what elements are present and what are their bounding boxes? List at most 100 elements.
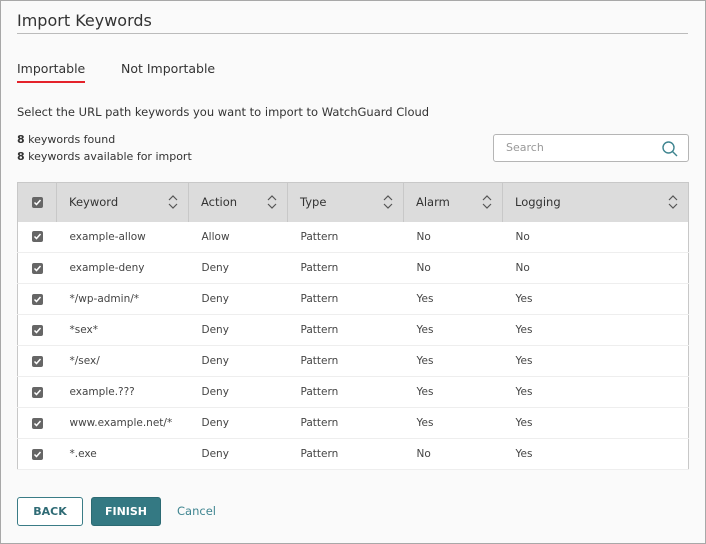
back-button[interactable]: BACK — [17, 497, 83, 526]
cell-alarm: No — [416, 230, 431, 243]
row-select-cell — [18, 439, 57, 470]
column-header-alarm[interactable]: Alarm — [403, 182, 503, 222]
cell-type: Pattern — [300, 386, 339, 398]
search-input[interactable] — [506, 141, 656, 154]
search-icon[interactable] — [662, 141, 678, 157]
keywords-available: 8 keywords available for import — [17, 150, 192, 163]
row-select-cell — [18, 284, 57, 315]
cell-logging: Yes — [515, 448, 533, 460]
keywords-found: 8 keywords found — [17, 133, 115, 146]
table-row[interactable]: */sex/Deny Pattern Yes Yes — [17, 346, 689, 377]
finish-button[interactable]: FINISH — [91, 497, 161, 526]
cell-keyword: example-allow — [69, 230, 146, 243]
row-select-cell — [18, 315, 57, 346]
instructions-text: Select the URL path keywords you want to… — [17, 105, 430, 119]
table-row[interactable]: example-deny Deny Pattern No No — [17, 253, 689, 284]
cell-action: Deny — [201, 293, 229, 305]
table-header: Keyword Action Type Alarm Logging — [17, 182, 689, 222]
cell-keyword: */sex/ — [69, 355, 100, 367]
cell-action: Deny — [201, 448, 229, 460]
cell-logging: Yes — [515, 293, 533, 305]
table-row[interactable]: example.??? Deny Pattern Yes Yes — [17, 377, 689, 408]
cell-action: Deny — [201, 355, 229, 367]
cell-keyword: www.example.net/* — [69, 417, 173, 429]
row-checkbox[interactable] — [32, 231, 43, 243]
column-header-logging[interactable]: Logging — [502, 182, 689, 222]
import-keywords-dialog: Import Keywords Importable Not Importabl… — [0, 0, 706, 544]
found-label: keywords found — [24, 133, 116, 146]
column-label: Type — [300, 195, 327, 210]
cell-keyword: example-deny — [69, 262, 145, 274]
cell-type: Pattern — [300, 262, 339, 274]
column-label: Logging — [515, 195, 561, 210]
cancel-link[interactable]: Cancel — [177, 504, 216, 518]
row-select-cell — [18, 408, 57, 439]
row-checkbox[interactable] — [32, 417, 43, 429]
row-checkbox[interactable] — [32, 262, 43, 274]
cell-alarm: Yes — [416, 386, 434, 398]
cell-action: Deny — [201, 386, 229, 398]
available-count: 8 — [17, 150, 25, 163]
cell-logging: No — [515, 262, 530, 274]
cell-action: Deny — [201, 417, 229, 429]
column-label: Action — [201, 195, 238, 210]
row-checkbox[interactable] — [32, 386, 43, 398]
sort-icon[interactable] — [168, 195, 178, 209]
cell-action: Deny — [201, 324, 229, 336]
cell-logging: Yes — [515, 417, 533, 429]
cell-alarm: Yes — [416, 355, 434, 367]
table-row[interactable]: example-allow Allow Pattern No No — [17, 222, 689, 253]
tab-not-importable[interactable]: Not Importable — [121, 61, 215, 76]
select-all-header — [17, 182, 57, 222]
select-all-checkbox[interactable] — [32, 197, 43, 209]
cell-alarm: Yes — [416, 417, 434, 429]
keywords-table: Keyword Action Type Alarm Logging example-al… — [17, 182, 689, 470]
cell-type: Pattern — [300, 324, 339, 336]
row-checkbox[interactable] — [32, 324, 43, 336]
sort-icon[interactable] — [267, 195, 277, 209]
row-checkbox[interactable] — [32, 448, 43, 460]
cell-alarm: No — [416, 448, 431, 460]
table-row[interactable]: www.example.net/* Deny Pattern Yes Yes — [17, 408, 689, 439]
search-box[interactable] — [493, 134, 689, 162]
column-label: Keyword — [69, 195, 119, 210]
cell-keyword: */wp-admin/* — [69, 293, 140, 305]
sort-icon[interactable] — [383, 195, 393, 209]
row-select-cell — [18, 222, 57, 253]
available-label: keywords available for import — [24, 150, 192, 163]
cell-alarm: No — [416, 262, 431, 274]
cell-keyword: *.exe — [69, 448, 97, 460]
table-row[interactable]: */wp-admin/* Deny Pattern Yes Yes — [17, 284, 689, 315]
sort-icon[interactable] — [668, 195, 678, 209]
column-header-action[interactable]: Action — [188, 182, 288, 222]
cell-logging: No — [515, 230, 530, 243]
cell-logging: Yes — [515, 386, 533, 398]
table-row[interactable]: *.exe Deny Pattern No Yes — [17, 439, 689, 470]
cell-type: Pattern — [300, 230, 339, 243]
cell-keyword: example.??? — [69, 386, 135, 398]
page-title: Import Keywords — [17, 11, 152, 30]
tab-importable[interactable]: Importable — [17, 61, 86, 83]
sort-icon[interactable] — [482, 195, 492, 209]
cell-type: Pattern — [300, 417, 339, 429]
cell-type: Pattern — [300, 355, 339, 367]
column-label: Alarm — [416, 195, 450, 210]
column-header-type[interactable]: Type — [287, 182, 404, 222]
cell-type: Pattern — [300, 448, 339, 460]
column-header-keyword[interactable]: Keyword — [56, 182, 189, 222]
found-count: 8 — [17, 133, 25, 146]
row-checkbox[interactable] — [32, 293, 43, 305]
cell-keyword: *sex* — [69, 324, 98, 336]
cell-action: Allow — [201, 230, 230, 243]
cell-logging: Yes — [515, 324, 533, 336]
row-select-cell — [18, 253, 57, 284]
cell-alarm: Yes — [416, 293, 434, 305]
row-checkbox[interactable] — [32, 355, 43, 367]
cell-alarm: Yes — [416, 324, 434, 336]
cell-action: Deny — [201, 262, 229, 274]
row-select-cell — [18, 346, 57, 377]
table-row[interactable]: *sex* Deny Pattern Yes Yes — [17, 315, 689, 346]
cell-type: Pattern — [300, 293, 339, 305]
title-divider — [17, 33, 688, 34]
cell-logging: Yes — [515, 355, 533, 367]
